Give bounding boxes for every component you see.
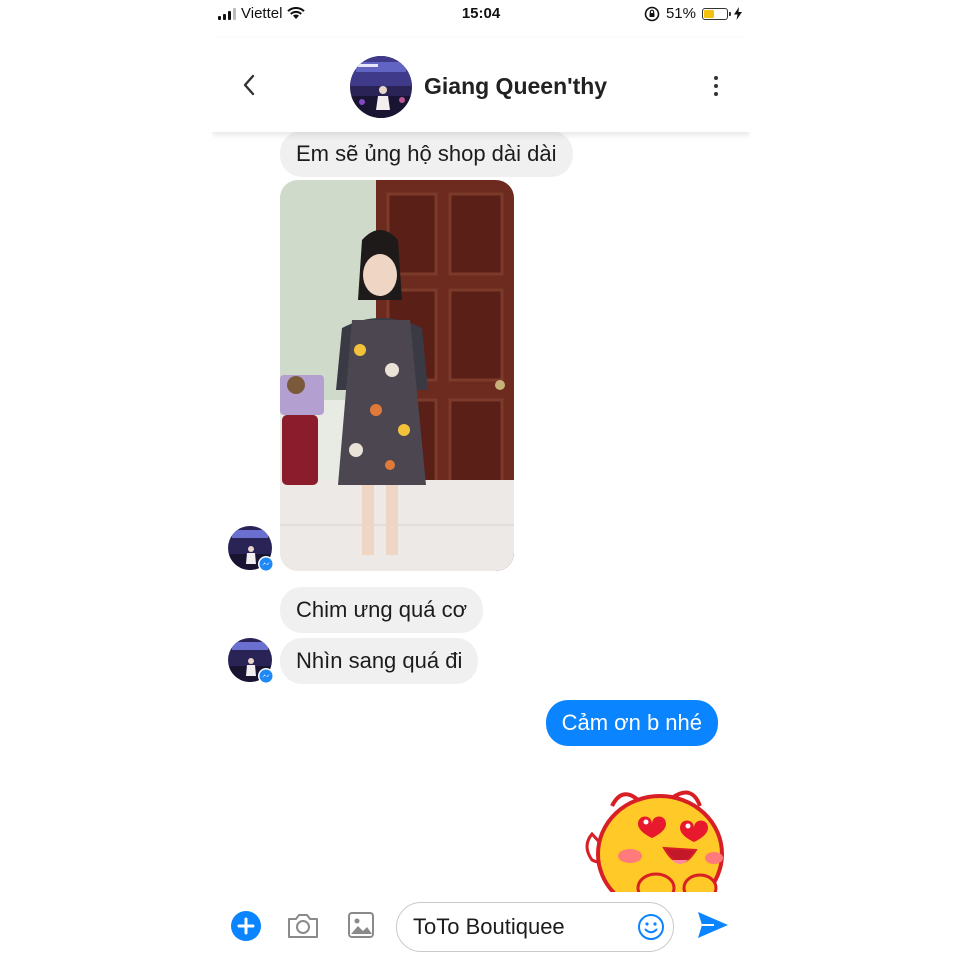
message-bubble-incoming[interactable]: Em sẽ ủng hộ shop dài dài [280, 131, 573, 177]
back-chevron-icon[interactable] [238, 71, 260, 99]
gallery-icon[interactable] [346, 910, 376, 940]
message-photo[interactable] [280, 180, 514, 571]
emoji-icon[interactable] [637, 913, 665, 941]
status-bar: Viettel 15:04 51% [212, 0, 750, 28]
more-vertical-icon[interactable] [712, 74, 720, 98]
message-bubble-outgoing[interactable]: Cảm ơn b nhé [545, 700, 718, 746]
battery-icon [702, 7, 731, 20]
plus-icon[interactable] [230, 910, 262, 942]
messenger-badge-icon [258, 556, 274, 572]
contact-avatar-small[interactable] [228, 526, 274, 572]
send-icon[interactable] [696, 910, 730, 940]
composer-bar [212, 892, 750, 960]
status-right: 51% [644, 5, 742, 22]
message-input-container [396, 902, 674, 952]
battery-percent: 51% [665, 5, 696, 22]
conversation-header: Giang Queen'thy [212, 38, 750, 132]
camera-icon[interactable] [286, 912, 320, 940]
message-input[interactable] [411, 911, 625, 943]
messenger-screen: Viettel 15:04 51% Giang Queen'thy Em sẽ … [212, 0, 750, 960]
contact-avatar-small[interactable] [228, 638, 274, 684]
message-bubble-incoming[interactable]: Chim ưng quá cơ [280, 587, 484, 633]
rotation-lock-icon [644, 6, 660, 21]
messenger-badge-icon [258, 668, 274, 684]
message-bubble-incoming[interactable]: Nhìn sang quá đi [280, 638, 479, 684]
charging-bolt-icon [734, 7, 742, 20]
contact-avatar[interactable] [350, 56, 412, 118]
contact-name[interactable]: Giang Queen'thy [424, 73, 607, 100]
